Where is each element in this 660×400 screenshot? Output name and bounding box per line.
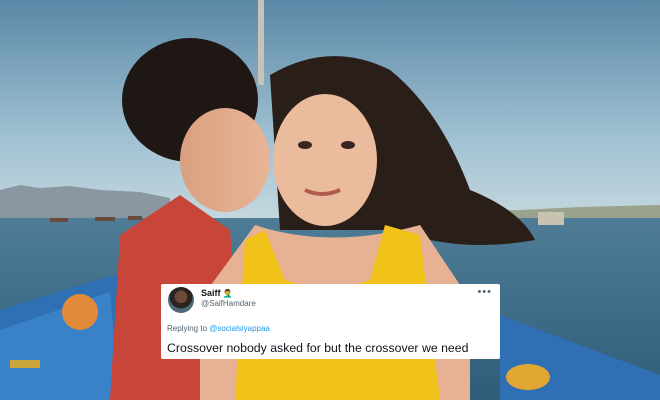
tweet-author-handle[interactable]: @SaifHamdare — [201, 299, 256, 308]
replying-to-mention[interactable]: @socialsiyappaa — [209, 324, 270, 333]
facepalm-emoji-icon: 🤦‍♂️ — [222, 289, 233, 298]
distant-boat — [95, 217, 115, 221]
distant-boat — [538, 212, 564, 225]
distant-boat — [128, 216, 142, 220]
distant-boat — [50, 218, 68, 222]
more-options-icon[interactable]: ••• — [477, 286, 492, 298]
replying-to-line: Replying to @socialsiyappaa — [167, 324, 270, 333]
woman-face — [273, 94, 377, 226]
man-face — [180, 108, 270, 212]
tweet-card: Saiff 🤦‍♂️ @SaifHamdare ••• Replying to @… — [161, 284, 500, 359]
marigold-bundle — [62, 294, 98, 330]
tweet-text: Crossover nobody asked for but the cross… — [167, 341, 469, 355]
marigold-plate — [506, 364, 550, 390]
tweet-author-name[interactable]: Saiff 🤦‍♂️ — [201, 288, 232, 298]
tweet-author-name-text: Saiff — [201, 288, 221, 298]
replying-to-prefix: Replying to — [167, 324, 208, 333]
avatar[interactable] — [168, 287, 194, 313]
boat-mast — [258, 0, 264, 85]
